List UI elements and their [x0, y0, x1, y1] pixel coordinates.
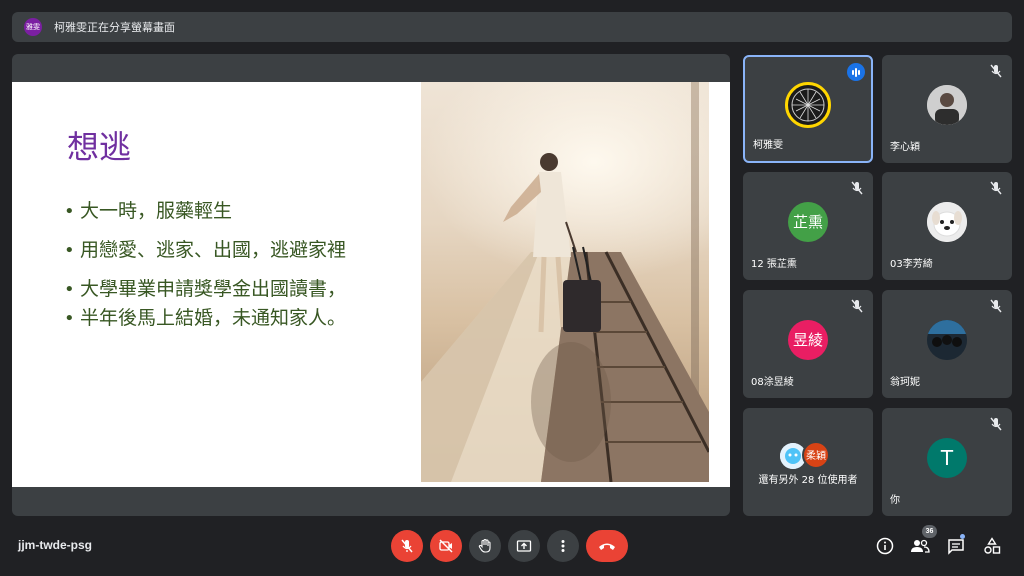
meet-window: 雅雯 柯雅雯正在分享螢幕畫面 想逃 大一時，服藥輕生 用戀愛、逃家、出國，逃避家… — [0, 0, 1024, 576]
end-call-button[interactable] — [586, 530, 628, 562]
participant-tile[interactable]: 李心穎 — [882, 55, 1012, 163]
slide-bullet-continuation: 半年後馬上結婚，未通知家人。 — [64, 304, 346, 333]
mic-muted-icon — [990, 299, 1002, 313]
participant-tile[interactable]: 翁珂妮 — [882, 290, 1012, 398]
slide-bullets: 大一時，服藥輕生 用戀愛、逃家、出國，逃避家裡 大學畢業申請獎學金出國讀書， 半… — [64, 197, 346, 343]
others-tile[interactable]: 柔穎 還有另外 28 位使用者 — [743, 408, 873, 516]
avatar — [927, 84, 967, 125]
mic-off-icon — [401, 539, 413, 553]
participant-tile[interactable]: 昱綾 08涂昱綾 — [743, 290, 873, 398]
participant-name: 柯雅雯 — [753, 140, 783, 151]
mic-muted-icon — [990, 64, 1002, 78]
speaking-indicator-icon — [847, 63, 865, 81]
mic-toggle-button[interactable] — [391, 530, 423, 562]
end-call-icon — [599, 543, 615, 550]
avatar: 芷熏 — [788, 201, 828, 242]
people-button[interactable] — [910, 536, 930, 556]
presentation-stage[interactable]: 想逃 大一時，服藥輕生 用戀愛、逃家、出國，逃避家裡 大學畢業申請獎學金出國讀書… — [12, 54, 730, 516]
people-count-badge: 36 — [922, 525, 937, 538]
avatar — [785, 81, 831, 128]
people-icon — [911, 539, 930, 553]
info-icon — [876, 537, 894, 555]
activities-button[interactable] — [982, 536, 1002, 556]
slide-bullet: 用戀愛、逃家、出國，逃避家裡 — [64, 236, 346, 265]
raise-hand-button[interactable] — [469, 530, 501, 562]
photo-scene — [421, 153, 709, 482]
participant-tile-speaker[interactable]: 柯雅雯 — [743, 55, 873, 163]
more-options-icon — [561, 540, 565, 552]
presenter-avatar: 雅雯 — [24, 18, 42, 36]
others-count-label: 還有另外 28 位使用者 — [758, 475, 858, 486]
self-tile[interactable]: T 你 — [882, 408, 1012, 516]
avatar — [927, 319, 967, 360]
slide-bullet: 大學畢業申請獎學金出國讀書， — [64, 275, 346, 304]
participant-name: 03李芳綺 — [890, 259, 933, 270]
present-screen-button[interactable] — [508, 530, 540, 562]
shared-slide: 想逃 大一時，服藥輕生 用戀愛、逃家、出國，逃避家裡 大學畢業申請獎學金出國讀書… — [12, 82, 730, 487]
chat-notification-dot — [960, 534, 965, 539]
presenting-text: 柯雅雯正在分享螢幕畫面 — [54, 21, 175, 34]
meeting-code: jjm-twde-psg — [18, 538, 92, 552]
camera-toggle-button[interactable] — [430, 530, 462, 562]
slide-title: 想逃 — [67, 128, 132, 166]
participant-name: 李心穎 — [890, 142, 920, 153]
avatar-photo — [927, 84, 967, 125]
more-options-button[interactable] — [547, 530, 579, 562]
participant-name: 你 — [890, 495, 900, 506]
mic-muted-icon — [990, 181, 1002, 195]
avatar: 柔穎 — [802, 440, 830, 469]
avatar: 昱綾 — [788, 319, 828, 360]
others-avatars: 柔穎 — [780, 440, 836, 471]
participant-name: 12 張芷熏 — [751, 259, 797, 270]
chat-button[interactable] — [946, 536, 966, 556]
participant-name: 08涂昱綾 — [751, 377, 794, 388]
activities-icon — [984, 537, 1001, 554]
slide-bullet: 大一時，服藥輕生 — [64, 197, 346, 226]
raise-hand-icon — [478, 538, 491, 553]
network-globe-icon — [791, 88, 825, 122]
group-photo — [927, 319, 967, 360]
camera-off-icon — [439, 539, 453, 553]
dog-photo — [927, 201, 967, 242]
participant-tile[interactable]: 芷熏 12 張芷熏 — [743, 172, 873, 280]
chat-icon — [948, 539, 964, 555]
present-screen-icon — [516, 540, 532, 552]
avatar: T — [927, 437, 967, 478]
mic-muted-icon — [851, 181, 863, 195]
participant-name: 翁珂妮 — [890, 377, 920, 388]
slide-photo — [421, 82, 709, 482]
participant-tile[interactable]: 03李芳綺 — [882, 172, 1012, 280]
mic-muted-icon — [990, 417, 1002, 431]
mic-muted-icon — [851, 299, 863, 313]
avatar — [927, 201, 967, 242]
presenting-banner: 雅雯 柯雅雯正在分享螢幕畫面 — [12, 12, 1012, 42]
meeting-info-button[interactable] — [875, 536, 895, 556]
